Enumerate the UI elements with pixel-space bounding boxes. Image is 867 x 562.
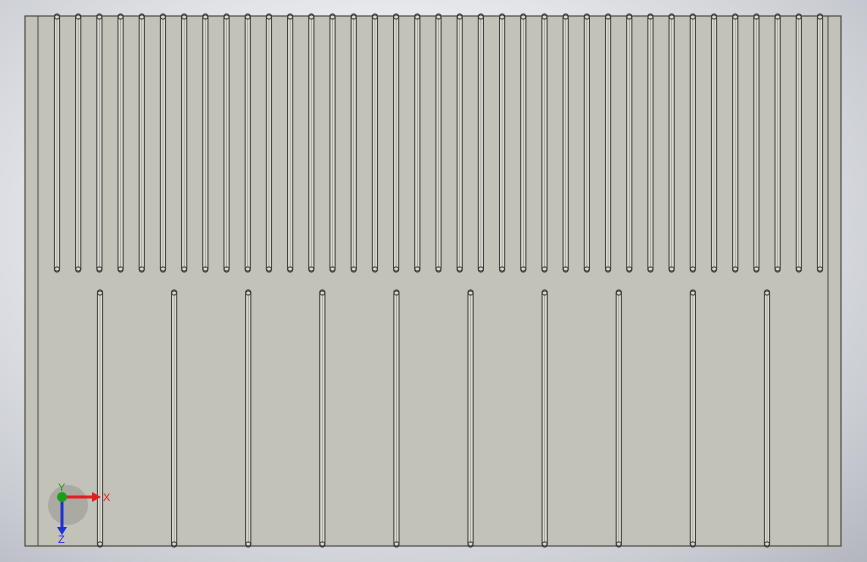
upper-slot: [816, 13, 824, 273]
upper-slot: [202, 13, 209, 273]
lower-slot: [689, 289, 696, 548]
lower-slot: [763, 289, 771, 548]
upper-slot: [393, 13, 400, 273]
upper-slot: [181, 13, 188, 273]
upper-slot: [732, 13, 739, 273]
upper-slot: [668, 13, 675, 273]
lower-slot: [171, 289, 178, 548]
upper-slot: [414, 13, 421, 273]
lower-slot: [541, 289, 548, 548]
lower-slot: [615, 289, 622, 548]
upper-slot: [96, 13, 103, 273]
lower-slot: [319, 289, 326, 548]
upper-slot: [265, 13, 273, 273]
upper-slot: [710, 13, 718, 273]
upper-slot: [117, 13, 124, 273]
upper-slot: [647, 13, 654, 273]
upper-slot: [308, 13, 315, 273]
model-view: X Z Y: [24, 13, 842, 548]
y-axis-label: Y: [58, 482, 66, 494]
triad-origin-shadow: [48, 485, 88, 525]
upper-slot: [287, 13, 294, 273]
upper-slot: [75, 13, 82, 273]
upper-slot: [498, 13, 506, 273]
upper-slot: [456, 13, 463, 273]
lower-slot: [467, 289, 474, 548]
upper-slot: [350, 13, 357, 273]
upper-slot: [329, 13, 336, 273]
upper-slot: [753, 13, 760, 273]
plate-body: [24, 15, 842, 547]
upper-slot: [223, 13, 230, 273]
upper-slot: [244, 13, 251, 273]
x-axis-label: X: [103, 492, 111, 504]
upper-slot: [371, 13, 379, 273]
upper-slot: [774, 13, 781, 273]
upper-slot: [795, 13, 802, 273]
lower-slot: [393, 289, 400, 548]
plate-face: [24, 15, 842, 547]
upper-slot: [159, 13, 167, 273]
upper-slot: [626, 13, 633, 273]
upper-slot: [562, 13, 569, 273]
upper-slot: [477, 13, 484, 273]
upper-slot: [604, 13, 612, 273]
upper-slot: [689, 13, 696, 273]
upper-slot: [53, 13, 61, 273]
upper-slot: [520, 13, 527, 273]
lower-slot: [96, 289, 104, 548]
upper-slot: [583, 13, 590, 273]
upper-slot: [541, 13, 548, 273]
cad-viewport[interactable]: X Z Y: [0, 0, 867, 562]
z-axis-label: Z: [58, 534, 65, 546]
lower-slot: [245, 289, 252, 548]
upper-slot: [435, 13, 442, 273]
upper-slot: [138, 13, 145, 273]
